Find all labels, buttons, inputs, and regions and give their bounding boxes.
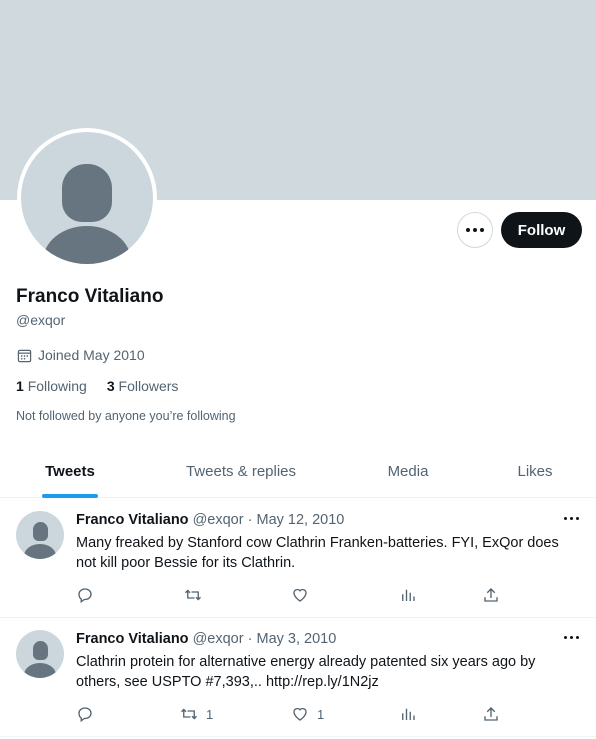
joined-label: Joined May 2010: [38, 347, 145, 363]
like-button[interactable]: [291, 586, 317, 604]
tab-tweets[interactable]: Tweets: [0, 444, 140, 498]
tweet[interactable]: Franco Vitaliano @exqor · May 3, 2010 Cl…: [0, 618, 596, 737]
like-count: 1: [317, 706, 325, 722]
reply-button[interactable]: [76, 705, 94, 723]
share-icon: [484, 707, 498, 721]
tweet-actions: 1 1: [76, 705, 506, 723]
tab-media[interactable]: Media: [342, 444, 474, 498]
tab-label: Tweets & replies: [185, 462, 297, 480]
tab-label: Likes: [517, 462, 553, 480]
tweet-text: Clathrin protein for alternative energy …: [76, 654, 536, 690]
heart-icon: [293, 707, 307, 721]
active-tab-indicator: [42, 494, 98, 498]
retweet-button[interactable]: 1: [180, 705, 213, 723]
profile-name: Franco Vitaliano: [16, 286, 164, 307]
retweet-icon: [181, 708, 197, 720]
analytics-icon: [402, 589, 415, 601]
more-horizontal-icon[interactable]: [564, 636, 579, 639]
tab-likes[interactable]: Likes: [474, 444, 596, 498]
tweet-author-name[interactable]: Franco Vitaliano: [76, 512, 189, 528]
tweet-author-handle[interactable]: @exqor: [193, 631, 244, 647]
analytics-icon: [402, 708, 415, 720]
reply-button[interactable]: [76, 586, 94, 604]
profile-avatar[interactable]: [17, 128, 157, 268]
tab-label: Media: [387, 462, 429, 480]
more-horizontal-icon: [466, 228, 484, 232]
tweet-actions: [76, 586, 506, 604]
tweet-header: Franco Vitaliano @exqor · May 3, 2010: [76, 631, 336, 647]
profile-handle: @exqor: [16, 312, 66, 328]
views-button[interactable]: [399, 705, 417, 723]
tweet-author-handle[interactable]: @exqor: [193, 512, 244, 528]
following-link[interactable]: 1 Following: [16, 378, 87, 394]
share-button[interactable]: [482, 705, 500, 723]
profile-tabs: Tweets Tweets & replies Media Likes: [0, 444, 596, 498]
joined-date: Joined May 2010: [17, 347, 145, 363]
tweet-date[interactable]: May 3, 2010: [256, 631, 336, 647]
not-followed-note: Not followed by anyone you’re following: [16, 409, 236, 423]
followers-count: 3: [106, 378, 115, 394]
heart-icon: [293, 588, 307, 602]
tweet-date[interactable]: May 12, 2010: [256, 512, 344, 528]
like-button[interactable]: 1: [291, 705, 324, 723]
more-options-button[interactable]: [457, 212, 493, 248]
tweet-text: Many freaked by Stanford cow Clathrin Fr…: [76, 535, 559, 571]
tweet[interactable]: Franco Vitaliano @exqor · May 12, 2010 M…: [0, 499, 596, 618]
tab-label: Tweets: [45, 462, 95, 480]
following-label: Following: [27, 378, 87, 394]
retweet-count: 1: [206, 706, 214, 722]
calendar-icon: [17, 349, 32, 362]
retweet-icon: [185, 589, 201, 601]
default-avatar-icon: [21, 132, 153, 264]
share-icon: [484, 588, 498, 602]
avatar[interactable]: [16, 630, 64, 678]
follow-button[interactable]: Follow: [501, 212, 582, 248]
followers-link[interactable]: 3 Followers: [107, 378, 179, 394]
reply-icon: [78, 707, 92, 723]
avatar[interactable]: [16, 511, 64, 559]
separator-dot: ·: [247, 512, 253, 528]
share-button[interactable]: [482, 586, 500, 604]
follow-counts: 1 Following 3 Followers: [16, 378, 178, 394]
separator-dot: ·: [247, 631, 253, 647]
tab-tweets-replies[interactable]: Tweets & replies: [140, 444, 342, 498]
views-button[interactable]: [399, 586, 417, 604]
followers-label: Followers: [118, 378, 179, 394]
retweet-button[interactable]: [184, 586, 210, 604]
reply-icon: [78, 588, 92, 604]
tweet-author-name[interactable]: Franco Vitaliano: [76, 631, 189, 647]
tweet-header: Franco Vitaliano @exqor · May 12, 2010: [76, 512, 344, 528]
following-count: 1: [16, 378, 24, 394]
more-horizontal-icon[interactable]: [564, 517, 579, 520]
